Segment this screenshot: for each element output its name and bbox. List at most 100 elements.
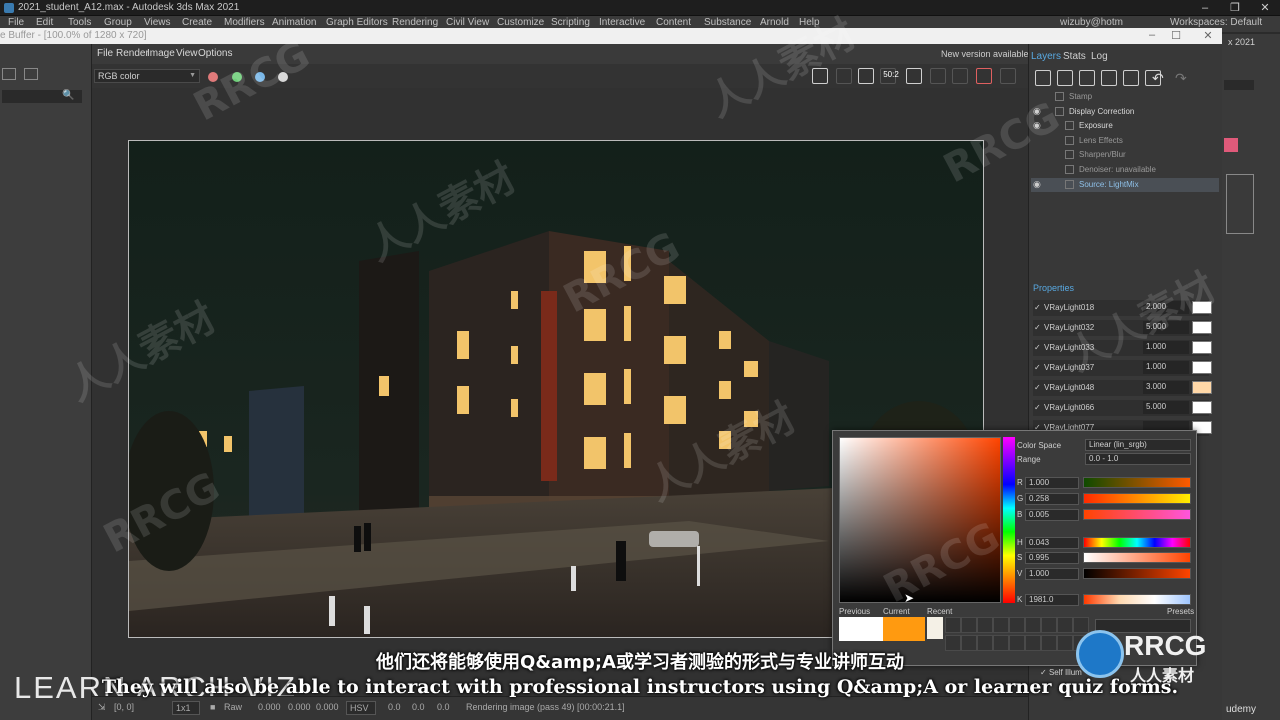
new-version-notice[interactable]: New version available!	[941, 49, 1031, 59]
tab-stats[interactable]: Stats	[1063, 51, 1086, 62]
light-color-swatch[interactable]	[1192, 361, 1212, 374]
modifier-list[interactable]	[1226, 174, 1254, 234]
load-layers-icon[interactable]	[1123, 70, 1139, 86]
light-color-swatch[interactable]	[1192, 341, 1212, 354]
recent-color-cell[interactable]	[977, 617, 993, 633]
search-icon[interactable]: 🔍	[62, 90, 74, 101]
saturation-value-field[interactable]	[839, 437, 1001, 603]
vfb-menu-image[interactable]: Image	[147, 48, 175, 59]
create-layer-icon[interactable]	[1035, 70, 1051, 86]
menu-customize[interactable]: Customize	[497, 17, 544, 28]
undo-icon[interactable]: ↶	[1152, 70, 1164, 87]
layer-explorer-icon[interactable]	[24, 68, 38, 80]
render-region-icon[interactable]	[906, 68, 922, 84]
layer-item[interactable]: ◉ Source: LightMix	[1031, 177, 1219, 192]
zoom-select[interactable]: 1x1	[172, 701, 200, 715]
menu-graph-editors[interactable]: Graph Editors	[326, 17, 388, 28]
light-intensity-input[interactable]: 5.000	[1143, 321, 1189, 334]
channel-slider[interactable]	[1083, 493, 1191, 504]
menu-scripting[interactable]: Scripting	[551, 17, 590, 28]
vfb-menu-view[interactable]: View	[176, 48, 198, 59]
channel-select[interactable]: RGB color ▼	[94, 69, 200, 83]
menu-edit[interactable]: Edit	[36, 17, 53, 28]
light-color-swatch[interactable]	[1192, 301, 1212, 314]
recent-color-cell[interactable]	[1025, 617, 1041, 633]
vfb-minimize-button[interactable]: –	[1140, 29, 1164, 41]
channel-value-input[interactable]: 0.043	[1025, 537, 1079, 549]
light-intensity-input[interactable]: 1.000	[1143, 361, 1189, 374]
enable-checkbox[interactable]: ✓	[1034, 383, 1041, 392]
save-all-icon[interactable]	[836, 68, 852, 84]
link-icon[interactable]	[930, 68, 946, 84]
menu-create[interactable]: Create	[182, 17, 212, 28]
vfb-menu-options[interactable]: Options	[198, 48, 232, 59]
alpha-channel-toggle[interactable]	[278, 72, 288, 82]
light-color-swatch[interactable]	[1192, 401, 1212, 414]
light-intensity-input[interactable]: 3.000	[1143, 381, 1189, 394]
channel-value-input[interactable]: 1981.0	[1025, 594, 1079, 606]
track-mouse-icon[interactable]	[858, 68, 874, 84]
stop-render-icon[interactable]	[1000, 68, 1016, 84]
menu-civil-view[interactable]: Civil View	[446, 17, 489, 28]
menu-arnold[interactable]: Arnold	[760, 17, 789, 28]
name-field[interactable]	[1224, 80, 1254, 90]
vfb-menu-render[interactable]: Render	[116, 48, 149, 59]
menu-substance[interactable]: Substance	[704, 17, 751, 28]
recent-color-swatch[interactable]	[927, 617, 943, 639]
light-color-swatch[interactable]	[1192, 321, 1212, 334]
tab-log[interactable]: Log	[1091, 51, 1108, 62]
menu-rendering[interactable]: Rendering	[392, 17, 438, 28]
recent-color-cell[interactable]	[1009, 617, 1025, 633]
minimize-button[interactable]: –	[1190, 1, 1220, 15]
recent-color-cell[interactable]	[1041, 617, 1057, 633]
range-select[interactable]: 0.0 - 1.0	[1085, 453, 1191, 465]
enable-checkbox[interactable]: ✓	[1034, 403, 1041, 412]
enable-checkbox[interactable]: ✓	[1034, 343, 1041, 352]
pin-icon[interactable]: ⇲	[98, 702, 106, 713]
tab-layers[interactable]: Layers	[1031, 51, 1061, 62]
vfb-menu-file[interactable]: File	[97, 48, 113, 59]
channel-slider[interactable]	[1083, 509, 1191, 520]
menu-animation[interactable]: Animation	[272, 17, 316, 28]
layer-item[interactable]: ◉ Exposure	[1031, 119, 1219, 133]
color-space-select[interactable]: Linear (lin_srgb)	[1085, 439, 1191, 451]
scene-explorer-icon[interactable]	[2, 68, 16, 80]
recent-color-cell[interactable]	[993, 617, 1009, 633]
menu-content[interactable]: Content	[656, 17, 691, 28]
light-color-swatch[interactable]	[1192, 381, 1212, 394]
layer-item[interactable]: Denoiser: unavailable	[1031, 163, 1219, 177]
enable-checkbox[interactable]: ✓	[1034, 303, 1041, 312]
light-intensity-input[interactable]: 2.000	[1143, 301, 1189, 314]
channel-value-input[interactable]: 0.995	[1025, 552, 1079, 564]
red-channel-toggle[interactable]	[208, 72, 218, 82]
redo-icon[interactable]: ↷	[1175, 70, 1187, 87]
channel-value-input[interactable]: 0.005	[1025, 509, 1079, 521]
visibility-eye-icon[interactable]: ◉	[1033, 120, 1041, 131]
close-button[interactable]: ✕	[1250, 1, 1280, 15]
layer-item[interactable]: Sharpen/Blur	[1031, 148, 1219, 162]
visibility-eye-icon[interactable]: ◉	[1033, 179, 1041, 190]
visibility-eye-icon[interactable]: ◉	[1033, 106, 1041, 117]
channel-value-input[interactable]: 1.000	[1025, 477, 1079, 489]
user-account[interactable]: wizuby@hotm	[1060, 17, 1123, 28]
layer-item[interactable]: ◉ Display Correction	[1031, 105, 1219, 119]
enable-checkbox[interactable]: ✓	[1034, 363, 1041, 372]
channel-slider[interactable]	[1083, 568, 1191, 579]
recent-color-cell[interactable]	[1057, 617, 1073, 633]
channel-slider[interactable]	[1083, 552, 1191, 563]
menu-views[interactable]: Views	[144, 17, 171, 28]
enable-checkbox[interactable]: ✓	[1034, 323, 1041, 332]
light-intensity-input[interactable]: 5.000	[1143, 401, 1189, 414]
save-icon[interactable]	[812, 68, 828, 84]
green-channel-toggle[interactable]	[232, 72, 242, 82]
menu-interactive[interactable]: Interactive	[599, 17, 645, 28]
channel-slider[interactable]	[1083, 594, 1191, 605]
previous-color-swatch[interactable]	[839, 617, 883, 641]
interactive-render-icon[interactable]	[976, 68, 992, 84]
maximize-button[interactable]: ❐	[1220, 1, 1250, 15]
channel-slider[interactable]	[1083, 537, 1191, 548]
save-layers-icon[interactable]	[1101, 70, 1117, 86]
blue-channel-toggle[interactable]	[255, 72, 265, 82]
channel-value-input[interactable]: 0.258	[1025, 493, 1079, 505]
menu-help[interactable]: Help	[799, 17, 820, 28]
